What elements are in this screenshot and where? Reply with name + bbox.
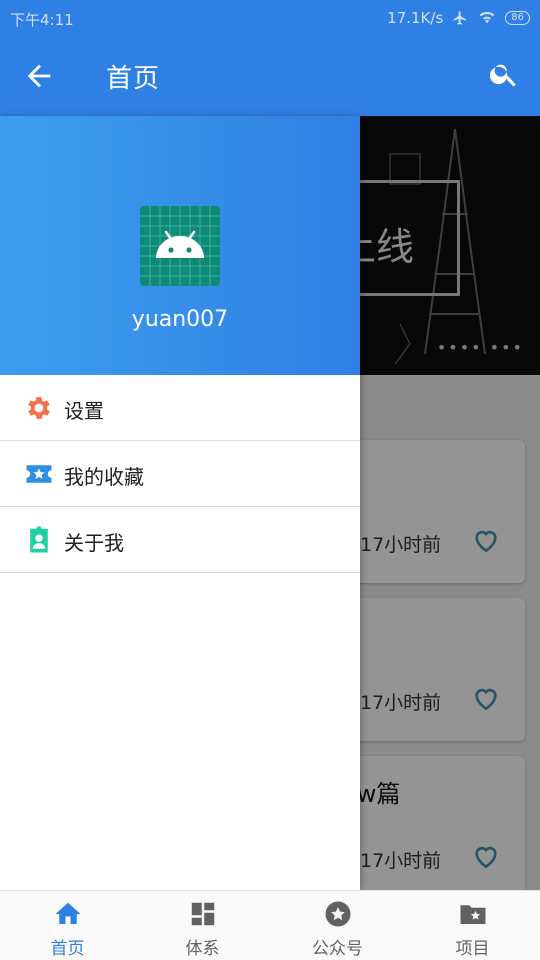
network-speed: 17.1K/s <box>387 9 444 27</box>
avatar[interactable] <box>140 206 220 286</box>
tab-label: 体系 <box>185 939 220 959</box>
tab-projects[interactable]: 项目 <box>405 891 540 960</box>
username: yuan007 <box>131 307 229 332</box>
star-ticket-icon <box>26 465 52 483</box>
tab-system[interactable]: 体系 <box>135 891 270 960</box>
menu-item-settings[interactable]: 设置 <box>0 375 360 441</box>
bottom-navigation: 首页 体系 公众号 项目 <box>0 890 540 960</box>
id-badge-icon <box>30 526 48 553</box>
wifi-icon <box>479 11 495 24</box>
app-bar: 首页 <box>0 36 540 116</box>
status-indicators: 17.1K/s 86 <box>387 9 530 27</box>
android-avatar-icon <box>140 206 220 286</box>
status-time: 下午4:11 <box>10 11 74 29</box>
dashboard-icon <box>191 902 214 926</box>
tab-wechat-accounts[interactable]: 公众号 <box>270 891 405 960</box>
page-title: 首页 <box>106 64 161 94</box>
navigation-drawer: yuan007 设置 我的收藏 关于我 <box>0 116 360 890</box>
search-icon[interactable] <box>488 58 520 90</box>
tab-label: 首页 <box>50 939 85 959</box>
tab-label: 公众号 <box>312 939 363 959</box>
tab-label: 项目 <box>455 939 490 959</box>
menu-item-favorites[interactable]: 我的收藏 <box>0 441 360 507</box>
menu-item-about[interactable]: 关于我 <box>0 507 360 573</box>
menu-item-label: 我的收藏 <box>64 465 144 489</box>
tab-home[interactable]: 首页 <box>0 891 135 960</box>
airplane-icon <box>453 11 467 25</box>
battery-indicator: 86 <box>505 11 530 25</box>
menu-item-label: 设置 <box>64 399 104 423</box>
home-icon <box>55 902 80 924</box>
menu-item-label: 关于我 <box>64 531 124 555</box>
drawer-menu: 设置 我的收藏 关于我 <box>0 375 360 573</box>
folder-star-icon <box>460 905 485 924</box>
gear-icon <box>28 397 50 419</box>
status-bar: 下午4:11 17.1K/s 86 <box>0 0 540 36</box>
star-circle-icon <box>325 901 350 927</box>
drawer-header: yuan007 <box>0 116 360 375</box>
back-arrow-icon[interactable] <box>22 59 56 93</box>
